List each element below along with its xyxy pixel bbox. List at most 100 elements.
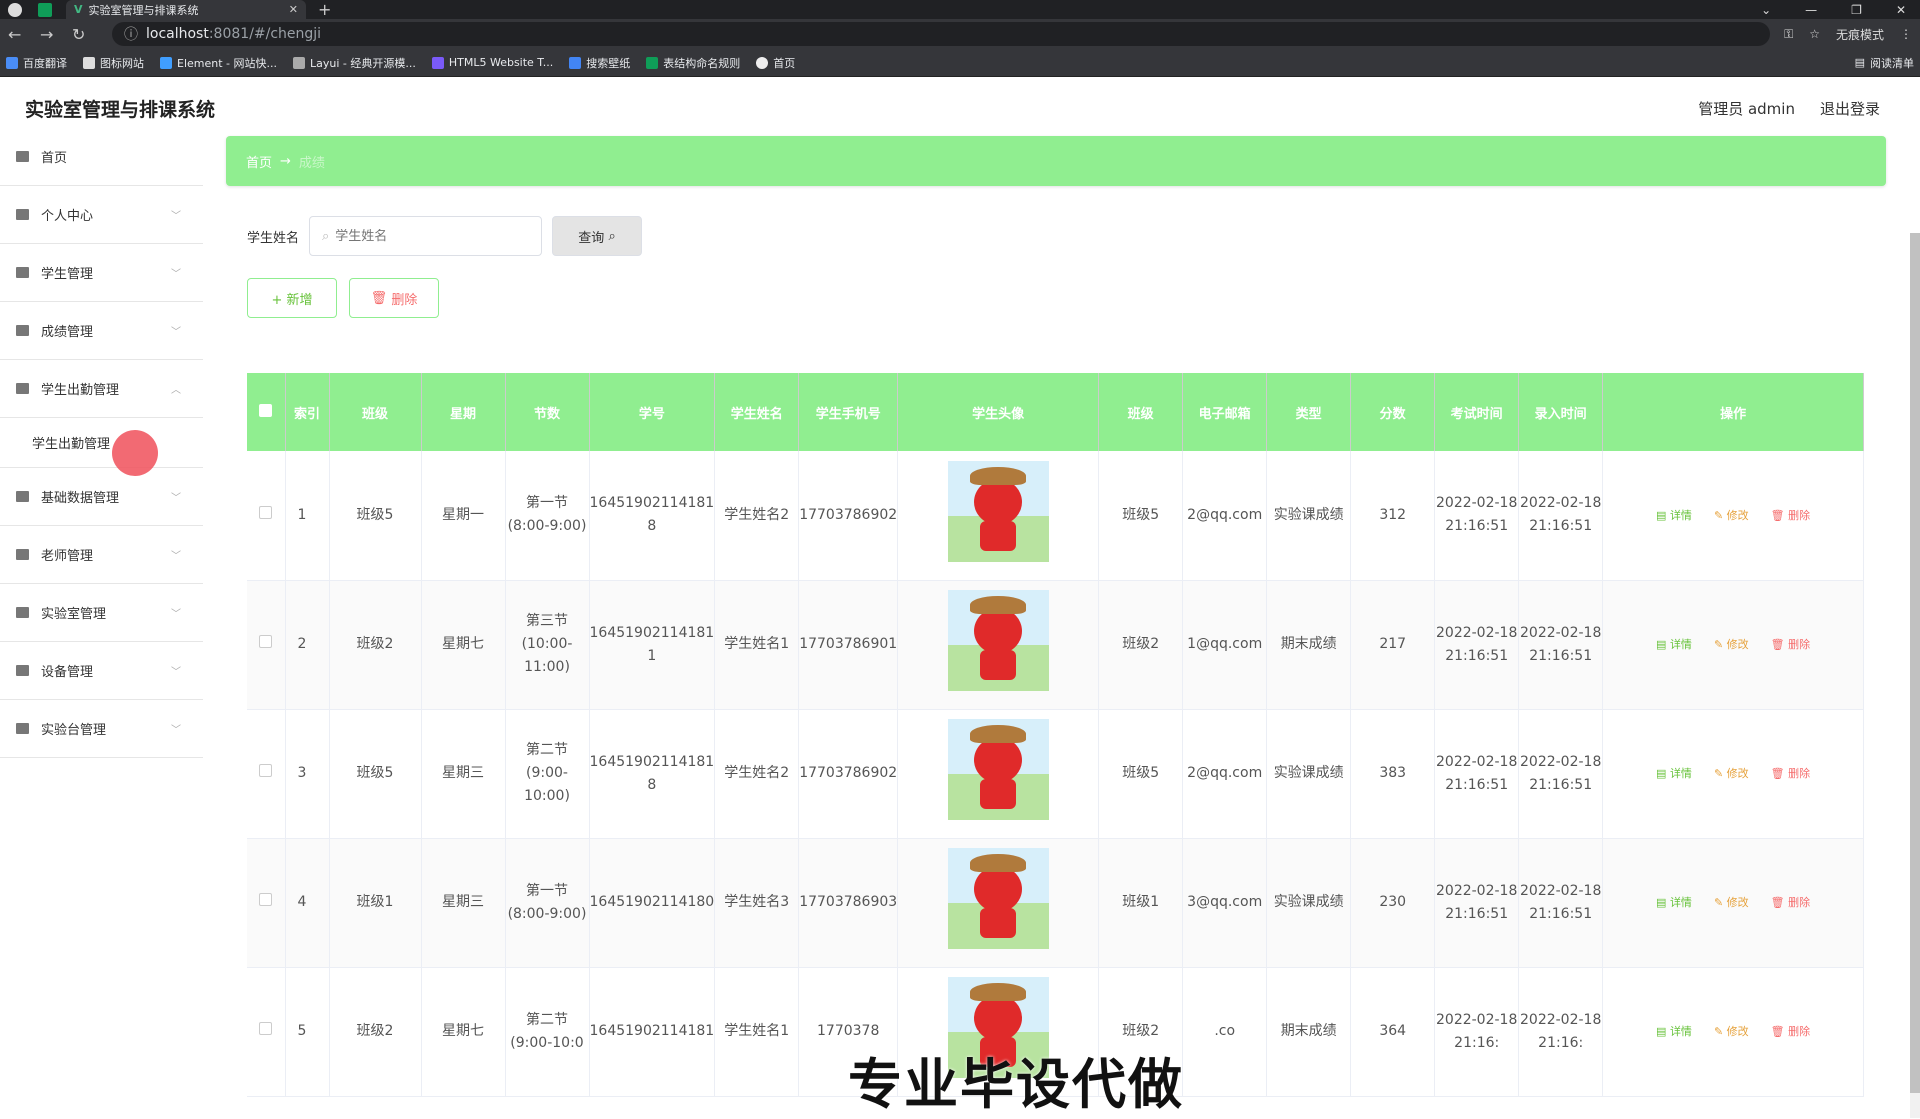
current-user: 管理员 admin	[1698, 99, 1795, 118]
bookmark-item[interactable]: 表结构命名规则	[646, 55, 740, 71]
select-all-checkbox[interactable]	[259, 403, 273, 417]
search-input[interactable]	[335, 228, 516, 244]
url-field[interactable]: ⓘ localhost:8081/#/chengji	[112, 22, 1771, 46]
page-scrollbar[interactable]	[1910, 233, 1920, 1118]
cell-name: 学生姓名1	[714, 580, 800, 710]
cell-cls: 班级5	[329, 451, 422, 581]
bookmark-item[interactable]: 图标网站	[83, 55, 144, 71]
student-avatar[interactable]	[947, 848, 1049, 949]
close-window-icon[interactable]: ✕	[1896, 3, 1906, 17]
col-header[interactable]: 学生头像	[897, 373, 1100, 451]
row-checkbox[interactable]	[259, 893, 273, 906]
col-header[interactable]: 分数	[1350, 373, 1436, 451]
delete-button[interactable]: 🗑 删除	[1771, 762, 1810, 785]
sidebar-item-teachers[interactable]: 老师管理 ﹀	[0, 526, 203, 584]
detail-button[interactable]: ▤ 详情	[1656, 891, 1692, 914]
submenu-attendance[interactable]: 学生出勤管理	[0, 418, 203, 476]
scrollbar-thumb[interactable]	[1910, 233, 1920, 1093]
sidebar-item-attendance[interactable]: 学生出勤管理 ︿	[0, 360, 203, 418]
detail-button[interactable]: ▤ 详情	[1656, 633, 1692, 656]
delete-button[interactable]: 🗑 删除	[1771, 504, 1810, 527]
logout-link[interactable]: 退出登录	[1820, 98, 1880, 119]
sidebar-item-devices[interactable]: 设备管理 ﹀	[0, 642, 203, 700]
col-header[interactable]: 学生姓名	[714, 373, 800, 451]
col-header[interactable]: 考试时间	[1434, 373, 1520, 451]
col-header[interactable]: 类型	[1266, 373, 1352, 451]
bookmark-item[interactable]: Layui - 经典开源模...	[293, 55, 416, 71]
col-header[interactable]: 班级	[1098, 373, 1184, 451]
query-button[interactable]: 查询 ⌕	[552, 216, 643, 256]
row-select-cell[interactable]	[247, 838, 286, 968]
sidebar-item-benches[interactable]: 实验台管理 ﹀	[0, 700, 203, 758]
sidebar-item-personal[interactable]: 个人中心 ﹀	[0, 186, 203, 244]
browser-tab-active[interactable]: V 实验室管理与排课系统 ✕	[66, 0, 306, 19]
detail-button[interactable]: ▤ 详情	[1656, 762, 1692, 785]
bookmark-item[interactable]: 搜索壁纸	[569, 55, 630, 71]
delete-button[interactable]: 🗑 删除	[1771, 633, 1810, 656]
sidebar-item-grades[interactable]: 成绩管理 ﹀	[0, 302, 203, 360]
col-header[interactable]: 电子邮箱	[1182, 373, 1268, 451]
edit-button[interactable]: ✎ 修改	[1714, 504, 1749, 527]
row-checkbox[interactable]	[259, 1022, 273, 1035]
avatar-cell	[897, 580, 1100, 710]
more-menu-icon[interactable]: ⋮	[1900, 27, 1912, 41]
cell-cls2: 班级2	[1098, 580, 1184, 710]
add-button[interactable]: + 新增	[247, 278, 337, 318]
sidebar-item-students[interactable]: 学生管理 ﹀	[0, 244, 203, 302]
cell-section: 第二节(9:00-10:00)	[505, 709, 590, 839]
row-checkbox[interactable]	[259, 505, 273, 519]
chevron-down-icon: ﹀	[171, 269, 181, 280]
incognito-badge[interactable]: 无痕模式	[1836, 26, 1884, 43]
pinned-tab-icon[interactable]	[38, 2, 52, 17]
minimize-icon[interactable]: —	[1805, 3, 1817, 17]
edit-button[interactable]: ✎ 修改	[1714, 762, 1749, 785]
row-checkbox[interactable]	[259, 635, 273, 648]
header-select-all[interactable]	[247, 373, 286, 451]
key-icon[interactable]: ⚿	[1784, 27, 1793, 42]
vue-icon: V	[74, 3, 83, 16]
col-header[interactable]: 学号	[589, 373, 716, 451]
browser-menu-icon[interactable]	[8, 2, 22, 17]
reload-icon[interactable]: ↻	[72, 25, 104, 44]
col-header[interactable]: 班级	[329, 373, 422, 451]
row-checkbox[interactable]	[259, 764, 273, 777]
restore-icon[interactable]: ❐	[1851, 3, 1862, 17]
student-avatar[interactable]	[947, 590, 1049, 691]
row-select-cell[interactable]	[247, 451, 286, 581]
breadcrumb-home[interactable]: 首页	[246, 152, 272, 171]
back-icon[interactable]: ←	[8, 25, 40, 44]
search-field[interactable]: ⌕	[309, 216, 543, 256]
cell-cls: 班级1	[329, 838, 422, 968]
forward-icon[interactable]: →	[40, 25, 72, 44]
sidebar-item-labs[interactable]: 实验室管理 ﹀	[0, 584, 203, 642]
sidebar-item-home[interactable]: 首页	[0, 128, 203, 186]
col-header[interactable]: 节数	[505, 373, 590, 451]
bookmark-item[interactable]: 首页	[756, 55, 795, 71]
tab-search-icon[interactable]: ⌄	[1761, 3, 1771, 17]
col-header[interactable]: 录入时间	[1518, 373, 1604, 451]
row-select-cell[interactable]	[247, 580, 286, 710]
bookmark-item[interactable]: 百度翻译	[6, 55, 67, 71]
bookmark-item[interactable]: HTML5 Website T...	[431, 56, 553, 69]
edit-button[interactable]: ✎ 修改	[1714, 633, 1749, 656]
ops-cell: ▤ 详情 ✎ 修改 🗑 删除	[1602, 709, 1864, 839]
detail-button[interactable]: ▤ 详情	[1656, 504, 1692, 527]
col-header[interactable]: 索引	[285, 373, 330, 451]
bookmark-item[interactable]: Element - 网站快...	[160, 55, 277, 71]
edit-button[interactable]: ✎ 修改	[1714, 891, 1749, 914]
ops-cell: ▤ 详情 ✎ 修改 🗑 删除	[1602, 967, 1864, 1097]
student-avatar[interactable]	[947, 719, 1049, 820]
new-tab-icon[interactable]: +	[318, 0, 331, 19]
delete-button[interactable]: 🗑 删除	[1771, 891, 1810, 914]
col-header[interactable]: 星期	[421, 373, 506, 451]
batch-delete-button[interactable]: 🗑 删除	[349, 278, 439, 318]
close-tab-icon[interactable]: ✕	[289, 3, 298, 16]
sidebar-item-basic-data[interactable]: 基础数据管理 ﹀	[0, 468, 203, 526]
col-header[interactable]: 学生手机号	[798, 373, 899, 451]
bookmark-icon	[646, 56, 659, 69]
student-avatar[interactable]	[947, 460, 1049, 562]
row-select-cell[interactable]	[247, 967, 286, 1097]
row-select-cell[interactable]	[247, 709, 286, 839]
reading-list[interactable]: ▤ 阅读清单	[1855, 55, 1914, 71]
star-icon[interactable]: ☆	[1809, 27, 1820, 41]
